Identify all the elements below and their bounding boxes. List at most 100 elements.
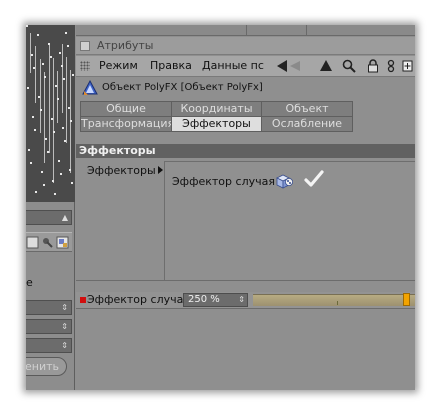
panel-menu-box[interactable] (80, 41, 90, 51)
left-field-3[interactable]: ⇕ (26, 338, 72, 353)
viewport-particle (59, 52, 61, 54)
viewport-particle (50, 56, 52, 58)
viewport-particle (65, 32, 67, 34)
viewport-particle (71, 182, 73, 184)
strength-label: Эффектор случая (87, 293, 190, 306)
viewport-stroke (53, 58, 54, 183)
tab-coordinates[interactable]: Координаты (171, 101, 262, 117)
viewport-particle (42, 63, 44, 65)
top-strip (76, 25, 415, 36)
viewport-particle (52, 180, 54, 182)
viewport-stroke (66, 57, 67, 143)
tab-transform[interactable]: Трансформация (80, 116, 172, 132)
viewport-particle (33, 67, 35, 69)
search-icon[interactable] (342, 59, 356, 73)
viewport-particle (26, 25, 28, 27)
effector-item-name[interactable]: Эффектор случая (172, 175, 275, 188)
separator (76, 308, 415, 309)
tab-effectors[interactable]: Эффекторы (171, 116, 262, 132)
tab-falloff[interactable]: Ослабление (261, 116, 353, 132)
left-field-2[interactable]: ⇕ (26, 319, 72, 334)
animation-key-icon[interactable] (80, 297, 86, 303)
random-effector-icon (276, 174, 293, 189)
viewport-particle (68, 107, 70, 109)
strength-slider-track[interactable] (253, 294, 415, 306)
effectors-list[interactable]: Эффектор случая (164, 161, 415, 280)
viewport-particle (27, 87, 29, 89)
document-icon[interactable] (56, 236, 69, 249)
viewport-stroke (40, 59, 41, 133)
left-field-1[interactable]: ⇕ (26, 300, 72, 315)
panel-titlebar: Атрибуты (76, 37, 415, 55)
tab-object[interactable]: Объект (261, 101, 353, 117)
expand-arrow-icon[interactable] (158, 166, 163, 174)
divider (246, 25, 247, 36)
attributes-panel: Атрибуты Режим Правка Данные пс Объект P… (76, 37, 415, 390)
viewport-particle (61, 65, 63, 67)
stepper-arrows-icon: ⇕ (61, 322, 68, 331)
left-icon-bar (26, 232, 72, 252)
apply-button[interactable]: енить (26, 357, 67, 376)
viewport-particle (53, 131, 55, 133)
arrow-left-icon[interactable] (276, 59, 290, 73)
node-icon[interactable] (384, 59, 398, 73)
viewport-particle (44, 76, 46, 78)
viewport-stroke (30, 33, 31, 73)
arrow-up-icon[interactable] (319, 59, 333, 73)
viewport-particle (62, 127, 64, 129)
screenshot-frame: ▲ е ⇕ ⇕ ⇕ енить Атрибуты Режим Правка Да… (26, 25, 415, 390)
panel-title: Атрибуты (97, 39, 154, 52)
viewport-particle (72, 74, 74, 76)
viewport-particle (60, 173, 62, 175)
wrench-icon[interactable] (41, 236, 54, 249)
lock-icon[interactable] (366, 59, 380, 73)
new-window-icon[interactable] (401, 59, 415, 73)
viewport-particle (37, 34, 39, 36)
viewport-particle (47, 151, 49, 153)
menu-mode[interactable]: Режим (99, 59, 138, 72)
viewport-stroke (57, 71, 58, 123)
viewport-particle (28, 149, 30, 151)
viewport-particle (45, 138, 47, 140)
viewport-particle (70, 120, 72, 122)
menubar: Режим Правка Данные пс (76, 56, 415, 77)
viewport-particle (69, 169, 71, 171)
viewport-particle (43, 184, 45, 186)
menu-edit[interactable]: Правка (150, 59, 192, 72)
viewport-stroke (49, 45, 50, 153)
section-header: Эффекторы (76, 144, 415, 158)
slider-tick (337, 301, 338, 305)
viewport-particle (38, 96, 40, 98)
viewport[interactable] (26, 25, 75, 202)
viewport-particle (48, 43, 50, 45)
viewport-particle (67, 45, 69, 47)
viewport-particle (64, 140, 66, 142)
tab-basic[interactable]: Общие (80, 101, 172, 117)
left-panel: ▲ е ⇕ ⇕ ⇕ енить (26, 25, 75, 390)
stepper-arrows-icon[interactable]: ⇕ (238, 293, 245, 306)
viewport-particle (32, 116, 34, 118)
tab-bar: Общие Координаты Объект Трансформация Эф… (80, 101, 353, 133)
stepper-arrows-icon: ⇕ (61, 341, 68, 350)
stepper-arrows-icon: ⇕ (61, 303, 68, 312)
viewport-stroke (35, 46, 36, 103)
checkmark-icon[interactable] (303, 168, 325, 190)
viewport-particle (51, 118, 53, 120)
viewport-particle (35, 191, 37, 193)
left-dropdown[interactable]: ▲ (26, 210, 72, 225)
viewport-particle (30, 162, 32, 164)
viewport-stroke (44, 72, 45, 163)
strength-row: Эффектор случая 250 % ⇕ (76, 292, 415, 308)
viewport-particle (41, 171, 43, 173)
viewport-particle (34, 129, 36, 131)
grid-icon[interactable] (26, 236, 39, 249)
viewport-particle (57, 98, 59, 100)
object-row: Объект PolyFX [Объект PolyFx] (76, 78, 415, 98)
viewport-particle (31, 54, 33, 56)
strength-value-field[interactable]: 250 % ⇕ (183, 293, 248, 307)
strength-value: 250 % (188, 294, 220, 305)
strength-slider-knob[interactable] (403, 293, 410, 306)
menu-userdata[interactable]: Данные пс (202, 59, 264, 72)
grip-icon[interactable] (80, 61, 90, 71)
arrow-back-disabled-icon (290, 61, 300, 71)
